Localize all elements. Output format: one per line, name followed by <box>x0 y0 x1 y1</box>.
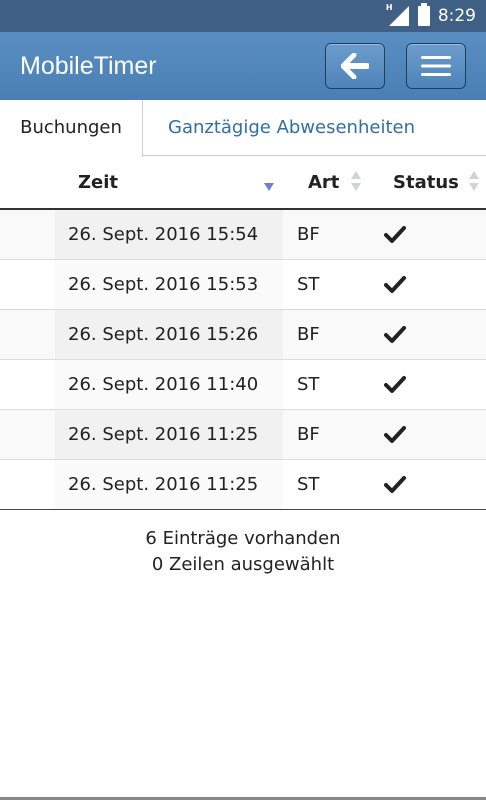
check-icon <box>384 476 406 493</box>
table-header: Zeit Art Status <box>0 157 486 210</box>
sort-descending-icon[interactable] <box>264 183 274 191</box>
sort-both-icon[interactable] <box>469 171 479 193</box>
column-header-status[interactable]: Status <box>393 157 459 208</box>
table-row[interactable]: 26. Sept. 2016 11:25 BF <box>0 410 486 460</box>
cell-zeit: 26. Sept. 2016 11:25 <box>55 460 283 509</box>
cell-zeit: 26. Sept. 2016 15:53 <box>55 260 283 309</box>
app-header: MobileTimer <box>0 32 486 100</box>
table-row[interactable]: 26. Sept. 2016 11:40 ST <box>0 360 486 410</box>
status-time: 8:29 <box>437 6 476 26</box>
table-row[interactable]: 26. Sept. 2016 15:53 ST <box>0 260 486 310</box>
check-icon <box>384 376 406 393</box>
cell-art: BF <box>297 324 320 345</box>
tab-buchungen[interactable]: Buchungen <box>0 100 143 157</box>
tab-bar: Buchungen Ganztägige Abwesenheiten <box>0 100 486 157</box>
cell-art: ST <box>297 374 320 395</box>
table-body: 26. Sept. 2016 15:54 BF 26. Sept. 2016 1… <box>0 210 486 510</box>
column-header-zeit[interactable]: Zeit <box>78 157 118 208</box>
tab-ganztaegige-abwesenheiten[interactable]: Ganztägige Abwesenheiten <box>168 100 415 156</box>
cell-art: BF <box>297 224 320 245</box>
entries-count: 6 Einträge vorhanden <box>145 528 341 549</box>
table-row[interactable]: 26. Sept. 2016 15:54 BF <box>0 210 486 260</box>
cell-art: BF <box>297 424 320 445</box>
cell-zeit: 26. Sept. 2016 11:40 <box>55 360 283 409</box>
status-bar: H 8:29 <box>0 0 486 32</box>
check-icon <box>384 276 406 293</box>
table-row[interactable]: 26. Sept. 2016 15:26 BF <box>0 310 486 360</box>
table-info: 6 Einträge vorhanden 0 Zeilen ausgewählt <box>0 526 486 578</box>
check-icon <box>384 426 406 443</box>
hamburger-menu-icon <box>421 56 451 76</box>
check-icon <box>384 326 406 343</box>
app-title: MobileTimer <box>20 52 157 80</box>
check-icon <box>384 226 406 243</box>
menu-button[interactable] <box>406 43 466 89</box>
cell-art: ST <box>297 274 320 295</box>
signal-icon: H <box>386 3 410 27</box>
sort-both-icon[interactable] <box>351 171 361 193</box>
back-button[interactable] <box>325 43 385 89</box>
status-bar-icons: H 8:29 <box>386 0 476 32</box>
column-header-art[interactable]: Art <box>308 157 339 208</box>
cell-zeit: 26. Sept. 2016 11:25 <box>55 410 283 459</box>
cell-zeit: 26. Sept. 2016 15:26 <box>55 310 283 359</box>
table-row[interactable]: 26. Sept. 2016 11:25 ST <box>0 460 486 510</box>
selected-count: 0 Zeilen ausgewählt <box>151 554 335 575</box>
cell-art: ST <box>297 474 320 495</box>
cell-zeit: 26. Sept. 2016 15:54 <box>55 210 283 259</box>
arrow-left-icon <box>341 53 369 79</box>
battery-icon <box>417 3 430 26</box>
